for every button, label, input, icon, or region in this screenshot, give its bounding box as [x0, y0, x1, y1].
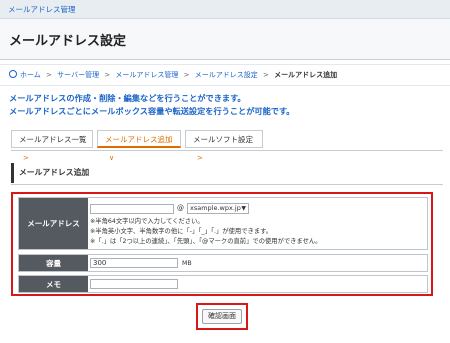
tab-label: メールアドレス追加 — [105, 135, 173, 144]
confirm-button[interactable]: 確認画面 — [202, 309, 242, 324]
page-description: メールアドレスの作成・削除・編集などを行うことができます。 メールアドレスごとに… — [9, 92, 439, 117]
memo-label: メモ — [19, 276, 88, 292]
email-note: ※半角64文字以内で入力してください。 — [90, 218, 204, 225]
breadcrumb-home[interactable]: ホーム — [20, 71, 41, 79]
capacity-input[interactable]: 300 — [90, 258, 178, 268]
tab-divider — [11, 150, 443, 151]
breadcrumb: ホーム > サーバー管理 > メールアドレス管理 > メールアドレス設定 > メ… — [0, 64, 450, 86]
chevron-down-icon: ∨ — [109, 154, 115, 162]
dropdown-arrow-icon: ▼ — [241, 205, 246, 212]
app-name: メールアドレス管理 — [8, 5, 76, 14]
top-bar: メールアドレス管理 — [0, 0, 450, 19]
home-icon — [9, 70, 17, 78]
breadcrumb-separator: > — [263, 71, 269, 79]
tab-label: メールアドレス一覧 — [19, 135, 87, 144]
chevron-right-icon: > — [197, 154, 203, 162]
tab-mail-software[interactable]: メールソフト設定 > — [185, 130, 263, 162]
description-line: メールアドレスの作成・削除・編集などを行うことができます。 — [9, 93, 246, 103]
tab-mail-list[interactable]: メールアドレス一覧 > — [11, 130, 93, 162]
title-bar: メールアドレス設定 — [0, 19, 450, 59]
breadcrumb-separator: > — [46, 71, 52, 79]
domain-selected: xsample.wpx.jp — [190, 204, 241, 212]
breadcrumb-current: メールアドレス追加 — [274, 71, 338, 79]
capacity-unit: MB — [182, 260, 192, 267]
email-note: ※半角英小文字、半角数字の他に「-」「_」「.」が使用できます。 — [90, 228, 273, 235]
breadcrumb-separator: > — [104, 71, 111, 79]
breadcrumb-server-admin[interactable]: サーバー管理 — [57, 71, 99, 79]
chevron-right-icon: > — [23, 154, 29, 162]
breadcrumb-mail-settings[interactable]: メールアドレス設定 — [195, 71, 258, 79]
breadcrumb-separator: > — [183, 71, 190, 79]
form-row-email: メールアドレス @ xsample.wpx.jp ▼ ※半角64文字以内で入力し… — [18, 197, 428, 250]
breadcrumb-mail-admin[interactable]: メールアドレス管理 — [115, 71, 178, 79]
form-row-memo: メモ — [18, 275, 428, 293]
email-label: メールアドレス — [19, 198, 88, 249]
title-divider — [0, 59, 450, 60]
email-note: ※「.」は「2つ以上の連続」、「先頭」、「@マークの直前」での使用ができません。 — [90, 238, 322, 245]
page-title: メールアドレス設定 — [9, 34, 127, 49]
capacity-label: 容量 — [19, 255, 88, 271]
memo-input[interactable] — [90, 279, 178, 289]
at-sign: @ — [177, 204, 184, 212]
tab-label: メールソフト設定 — [193, 135, 253, 144]
domain-select[interactable]: xsample.wpx.jp ▼ — [187, 203, 249, 214]
description-line: メールアドレスごとにメールボックス容量や転送設定を行うことが可能です。 — [9, 105, 295, 116]
email-local-input[interactable] — [90, 204, 174, 214]
section-title: メールアドレス追加 — [11, 163, 443, 183]
section-divider — [11, 184, 443, 185]
form-row-capacity: 容量 300 MB — [18, 254, 428, 272]
tab-mail-add[interactable]: メールアドレス追加 ∨ — [97, 130, 181, 162]
